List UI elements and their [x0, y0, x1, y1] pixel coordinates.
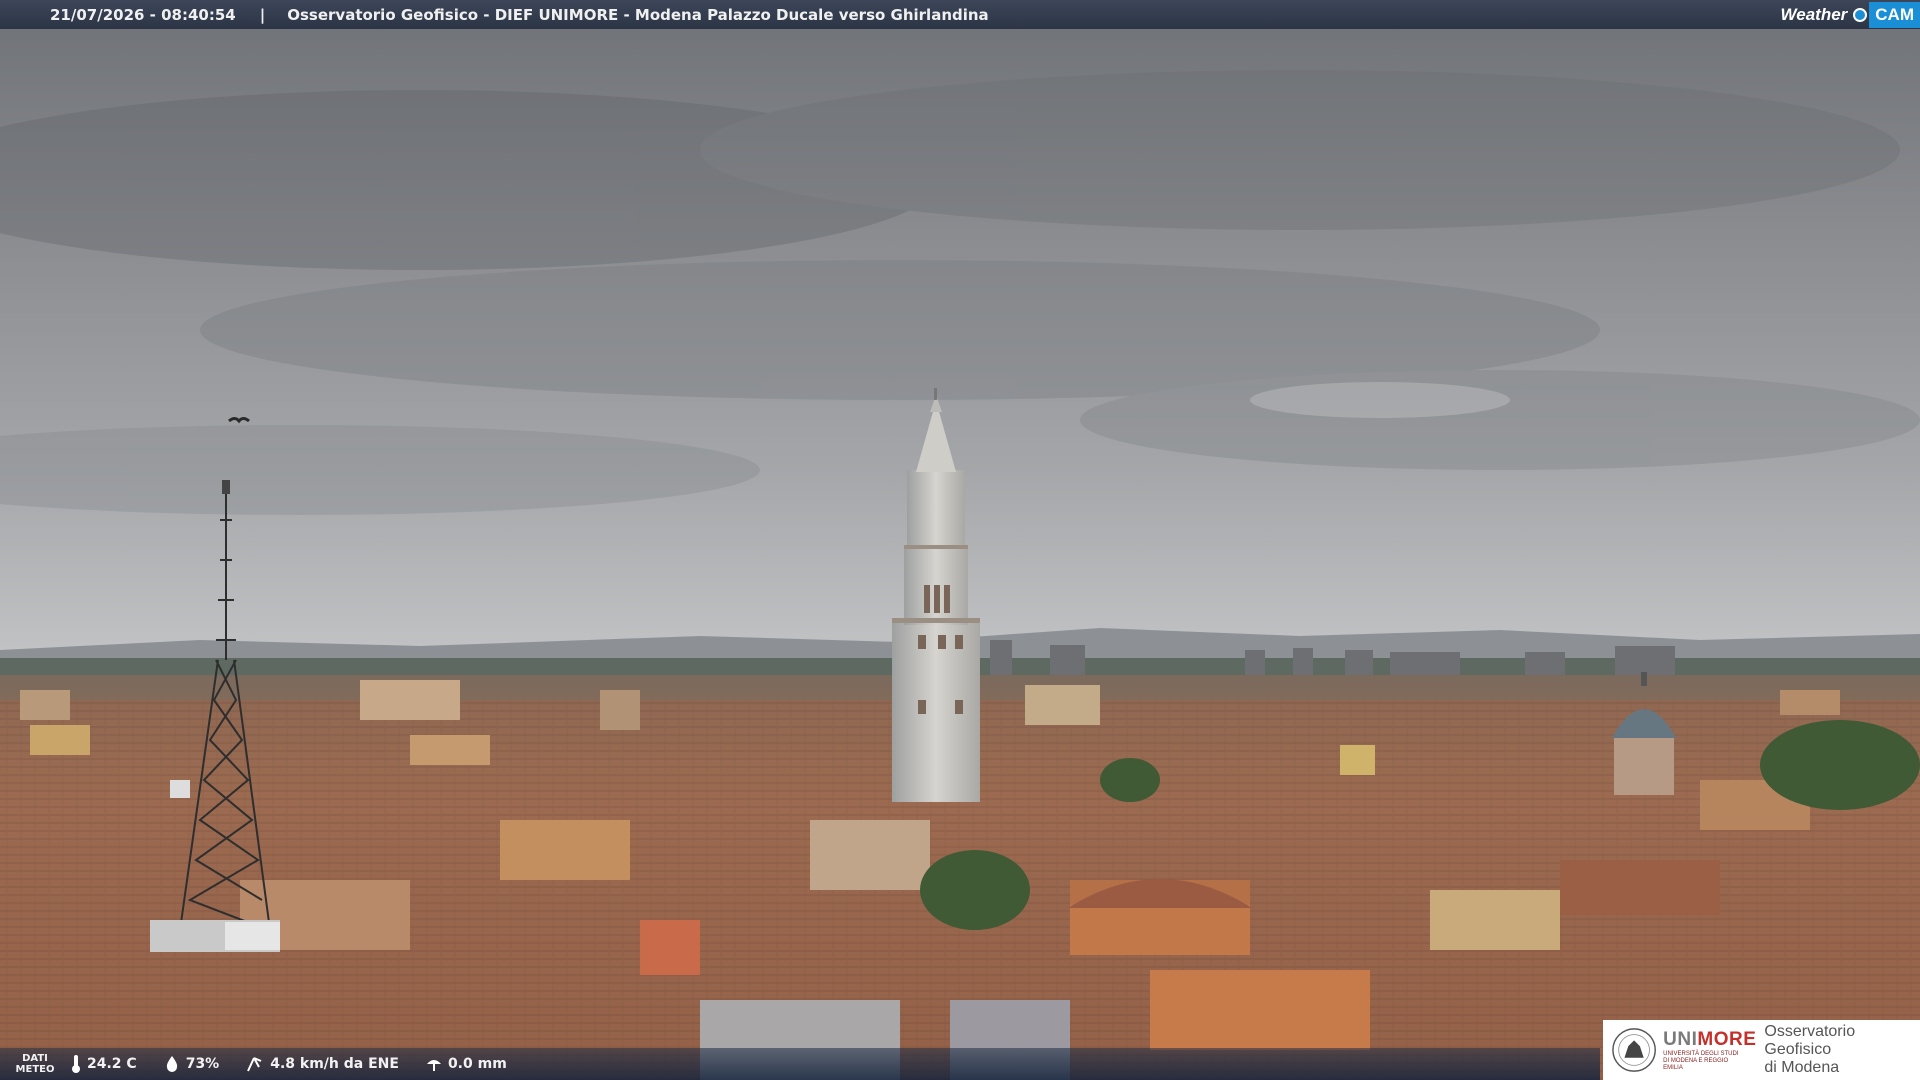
unimore-name: UNIMORE	[1663, 1028, 1757, 1050]
wind-reading: 4.8 km/h da ENE	[245, 1055, 399, 1073]
camera-title: Osservatorio Geofisico - DIEF UNIMORE - …	[287, 5, 989, 24]
unimore-logo-panel: UNIMORE UNIVERSITÀ DEGLI STUDI DI MODENA…	[1603, 1020, 1920, 1080]
rain-reading: 0.0 mm	[425, 1055, 507, 1073]
brand-dot-icon	[1853, 7, 1868, 22]
timestamp: 21/07/2026 - 08:40:54	[50, 5, 236, 24]
brand-cam-text: CAM	[1869, 1, 1920, 28]
temperature-reading: 24.2 C	[70, 1054, 137, 1074]
observatory-name: Osservatorio Geofisico di Modena	[1764, 1023, 1856, 1076]
bird-silhouette	[228, 417, 250, 424]
humidity-value: 73%	[185, 1056, 220, 1072]
temperature-value: 24.2 C	[87, 1056, 137, 1072]
weather-data-label: DATI METEO	[15, 1053, 55, 1075]
humidity-reading: 73%	[163, 1055, 220, 1073]
rain-gauge-icon	[426, 1060, 441, 1071]
university-seal-icon	[1612, 1028, 1656, 1072]
webcam-image	[0, 0, 1920, 1080]
thermometer-icon	[72, 1055, 80, 1073]
brand-weather-text: Weather	[1780, 4, 1848, 24]
wind-icon	[247, 1057, 262, 1072]
caption-separator: |	[259, 5, 266, 24]
wind-value: 4.8 km/h da ENE	[270, 1056, 399, 1072]
unimore-subtitle: UNIVERSITÀ DEGLI STUDI DI MODENA E REGGI…	[1663, 1050, 1739, 1071]
rain-value: 0.0 mm	[447, 1056, 507, 1072]
weather-data-bar: DATI METEO 24.2 C 73% 4.8 km/h da ENE 0.…	[0, 1048, 1600, 1080]
weathercam-logo: Weather CAM	[1773, 0, 1920, 29]
humidity-drop-icon	[166, 1056, 177, 1072]
top-caption-bar: 21/07/2026 - 08:40:54 | Osservatorio Geo…	[0, 0, 1920, 29]
